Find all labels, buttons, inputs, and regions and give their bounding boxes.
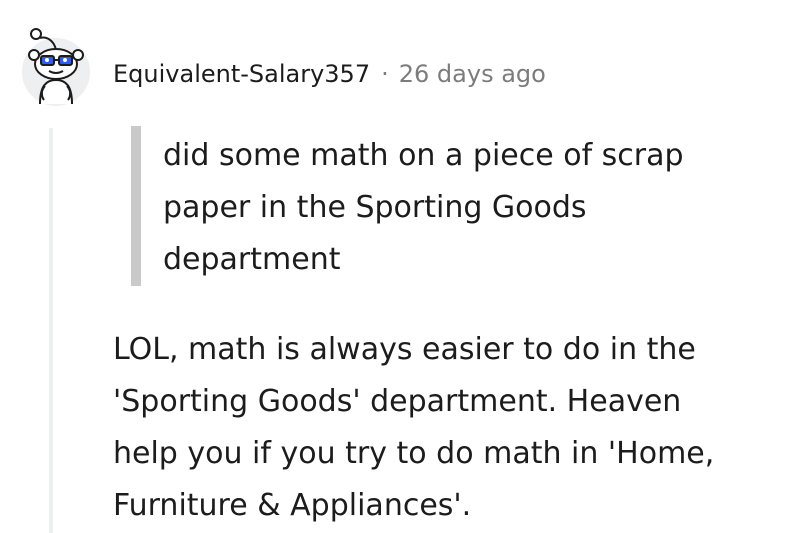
- author-username[interactable]: Equivalent-Salary357: [113, 60, 370, 88]
- quote-line: did some math on a piece of scrap: [163, 138, 684, 173]
- meta-separator: ·: [381, 60, 389, 88]
- quote-line: department: [163, 242, 341, 277]
- quote-content: did some math on a piece of scrap paper …: [163, 130, 753, 286]
- comment-header: Equivalent-Salary357 · 26 days ago: [113, 54, 546, 94]
- body-line: 'Sporting Goods' department. Heaven: [113, 384, 682, 419]
- quote-line: paper in the Sporting Goods: [163, 190, 587, 225]
- body-line: Furniture & Appliances'.: [113, 488, 472, 523]
- thread-collapse-line[interactable]: [49, 128, 53, 533]
- body-line: LOL, math is always easier to do in the: [113, 332, 696, 367]
- body-line: help you if you try to do math in 'Home,: [113, 436, 715, 471]
- quote-bar: [131, 126, 141, 286]
- quoted-text: did some math on a piece of scrap paper …: [131, 126, 751, 286]
- comment-body: LOL, math is always easier to do in the …: [113, 324, 783, 532]
- comment: Equivalent-Salary357 · 26 days ago did s…: [0, 0, 788, 533]
- user-avatar[interactable]: [16, 14, 96, 106]
- reddit-snoo-avatar-icon: [22, 28, 90, 106]
- comment-timestamp[interactable]: 26 days ago: [399, 60, 546, 88]
